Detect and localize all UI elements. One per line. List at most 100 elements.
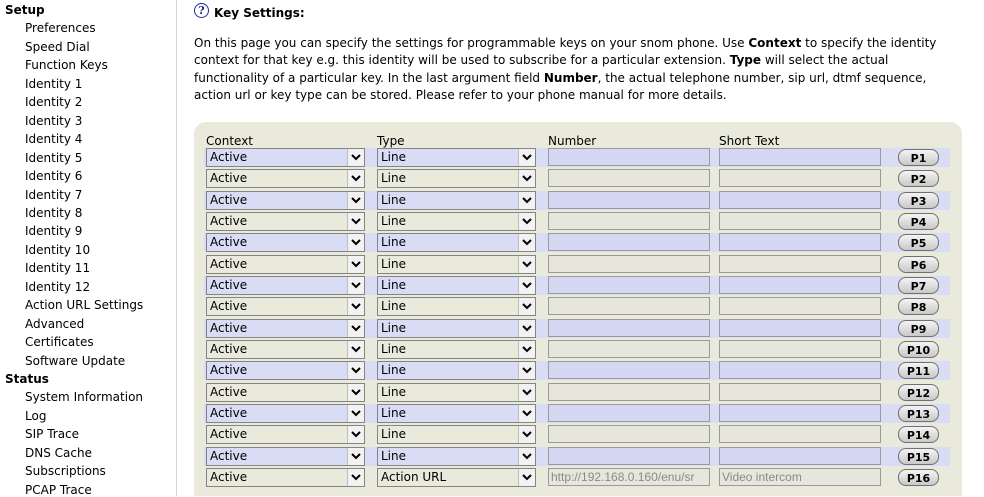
number-input[interactable]	[548, 361, 710, 380]
chevron-down-icon[interactable]	[518, 191, 535, 209]
sidebar-item-identity-10[interactable]: Identity 10	[25, 243, 90, 257]
number-input[interactable]	[548, 340, 710, 358]
chevron-down-icon[interactable]	[347, 383, 364, 401]
key-button-p10[interactable]: P10	[898, 341, 939, 358]
chevron-down-icon[interactable]	[347, 255, 364, 273]
type-select[interactable]: Line	[377, 254, 536, 274]
key-button-p11[interactable]: P11	[898, 362, 939, 380]
chevron-down-icon[interactable]	[347, 191, 364, 209]
number-input[interactable]	[548, 318, 710, 337]
short-text-input[interactable]	[719, 254, 881, 273]
type-select[interactable]: Line	[377, 169, 536, 189]
chevron-down-icon[interactable]	[518, 170, 535, 188]
context-select[interactable]: Active	[206, 318, 365, 338]
sidebar-item-identity-6[interactable]: Identity 6	[25, 169, 82, 183]
short-text-input[interactable]	[719, 446, 881, 465]
sidebar-item-preferences[interactable]: Preferences	[25, 21, 96, 35]
context-select[interactable]: Active	[206, 190, 365, 210]
context-select[interactable]: Active	[206, 212, 365, 231]
key-button-p12[interactable]: P12	[898, 383, 939, 401]
chevron-down-icon[interactable]	[347, 298, 364, 316]
type-select[interactable]: Line	[377, 212, 536, 231]
chevron-down-icon[interactable]	[518, 405, 535, 422]
chevron-down-icon[interactable]	[518, 255, 535, 273]
sidebar-item-pcap-trace[interactable]: PCAP Trace	[25, 483, 92, 497]
sidebar-item-dns-cache[interactable]: DNS Cache	[25, 446, 92, 460]
context-select[interactable]: Active	[206, 169, 365, 189]
number-input[interactable]	[548, 148, 710, 166]
sidebar-item-identity-7[interactable]: Identity 7	[25, 188, 82, 202]
number-input[interactable]	[548, 254, 710, 273]
short-text-input[interactable]: Video intercom	[719, 467, 881, 486]
sidebar-item-speed-dial[interactable]: Speed Dial	[25, 40, 90, 54]
sidebar-item-certificates[interactable]: Certificates	[25, 335, 94, 349]
context-select[interactable]: Active	[206, 425, 365, 445]
context-select[interactable]: Active	[206, 297, 365, 317]
short-text-input[interactable]	[719, 318, 881, 337]
sidebar-item-identity-1[interactable]: Identity 1	[25, 77, 82, 91]
sidebar-item-identity-8[interactable]: Identity 8	[25, 206, 82, 220]
chevron-down-icon[interactable]	[347, 447, 364, 465]
type-select[interactable]: Line	[377, 382, 536, 402]
key-button-p5[interactable]: P5	[898, 234, 939, 252]
chevron-down-icon[interactable]	[347, 426, 364, 444]
chevron-down-icon[interactable]	[347, 213, 364, 230]
chevron-down-icon[interactable]	[518, 468, 535, 486]
type-select[interactable]: Line	[377, 297, 536, 317]
sidebar-item-function-keys[interactable]: Function Keys	[25, 58, 108, 72]
chevron-down-icon[interactable]	[347, 234, 364, 252]
key-button-p2[interactable]: P2	[898, 170, 939, 188]
sidebar-item-system-information[interactable]: System Information	[25, 390, 143, 404]
chevron-down-icon[interactable]	[518, 319, 535, 337]
chevron-down-icon[interactable]	[518, 277, 535, 294]
sidebar-item-advanced[interactable]: Advanced	[25, 317, 84, 331]
number-input[interactable]	[548, 276, 710, 294]
context-select[interactable]: Active	[206, 446, 365, 466]
chevron-down-icon[interactable]	[347, 170, 364, 188]
context-select[interactable]: Active	[206, 233, 365, 253]
chevron-down-icon[interactable]	[518, 213, 535, 230]
type-select[interactable]: Line	[377, 233, 536, 253]
sidebar-item-identity-4[interactable]: Identity 4	[25, 132, 82, 146]
key-button-p3[interactable]: P3	[898, 191, 939, 209]
short-text-input[interactable]	[719, 382, 881, 401]
key-button-p13[interactable]: P13	[898, 405, 939, 422]
type-select[interactable]: Line	[377, 446, 536, 466]
type-select[interactable]: Line	[377, 404, 536, 423]
number-input[interactable]	[548, 297, 710, 316]
number-input[interactable]: http://192.168.0.160/enu/sr	[548, 467, 710, 486]
short-text-input[interactable]	[719, 233, 881, 252]
context-select[interactable]: Active	[206, 467, 365, 487]
help-icon[interactable]: ?	[194, 3, 209, 18]
context-select[interactable]: Active	[206, 404, 365, 423]
number-input[interactable]	[548, 382, 710, 401]
chevron-down-icon[interactable]	[518, 383, 535, 401]
chevron-down-icon[interactable]	[347, 319, 364, 337]
sidebar-item-sip-trace[interactable]: SIP Trace	[25, 427, 79, 441]
chevron-down-icon[interactable]	[518, 298, 535, 316]
short-text-input[interactable]	[719, 404, 881, 422]
number-input[interactable]	[548, 190, 710, 209]
sidebar-item-log[interactable]: Log	[25, 409, 46, 423]
sidebar-item-identity-11[interactable]: Identity 11	[25, 261, 90, 275]
short-text-input[interactable]	[719, 148, 881, 166]
short-text-input[interactable]	[719, 190, 881, 209]
context-select[interactable]: Active	[206, 382, 365, 402]
chevron-down-icon[interactable]	[518, 426, 535, 444]
sidebar-item-software-update[interactable]: Software Update	[25, 354, 125, 368]
sidebar-item-identity-2[interactable]: Identity 2	[25, 95, 82, 109]
number-input[interactable]	[548, 169, 710, 188]
type-select[interactable]: Line	[377, 425, 536, 445]
short-text-input[interactable]	[719, 340, 881, 358]
key-button-p16[interactable]: P16	[898, 468, 939, 486]
type-select[interactable]: Line	[377, 148, 536, 167]
sidebar-item-identity-5[interactable]: Identity 5	[25, 151, 82, 165]
number-input[interactable]	[548, 425, 710, 444]
short-text-input[interactable]	[719, 425, 881, 444]
chevron-down-icon[interactable]	[518, 341, 535, 358]
number-input[interactable]	[548, 446, 710, 465]
type-select[interactable]: Line	[377, 340, 536, 359]
type-select[interactable]: Line	[377, 361, 536, 381]
sidebar-item-identity-12[interactable]: Identity 12	[25, 280, 90, 294]
chevron-down-icon[interactable]	[347, 405, 364, 422]
